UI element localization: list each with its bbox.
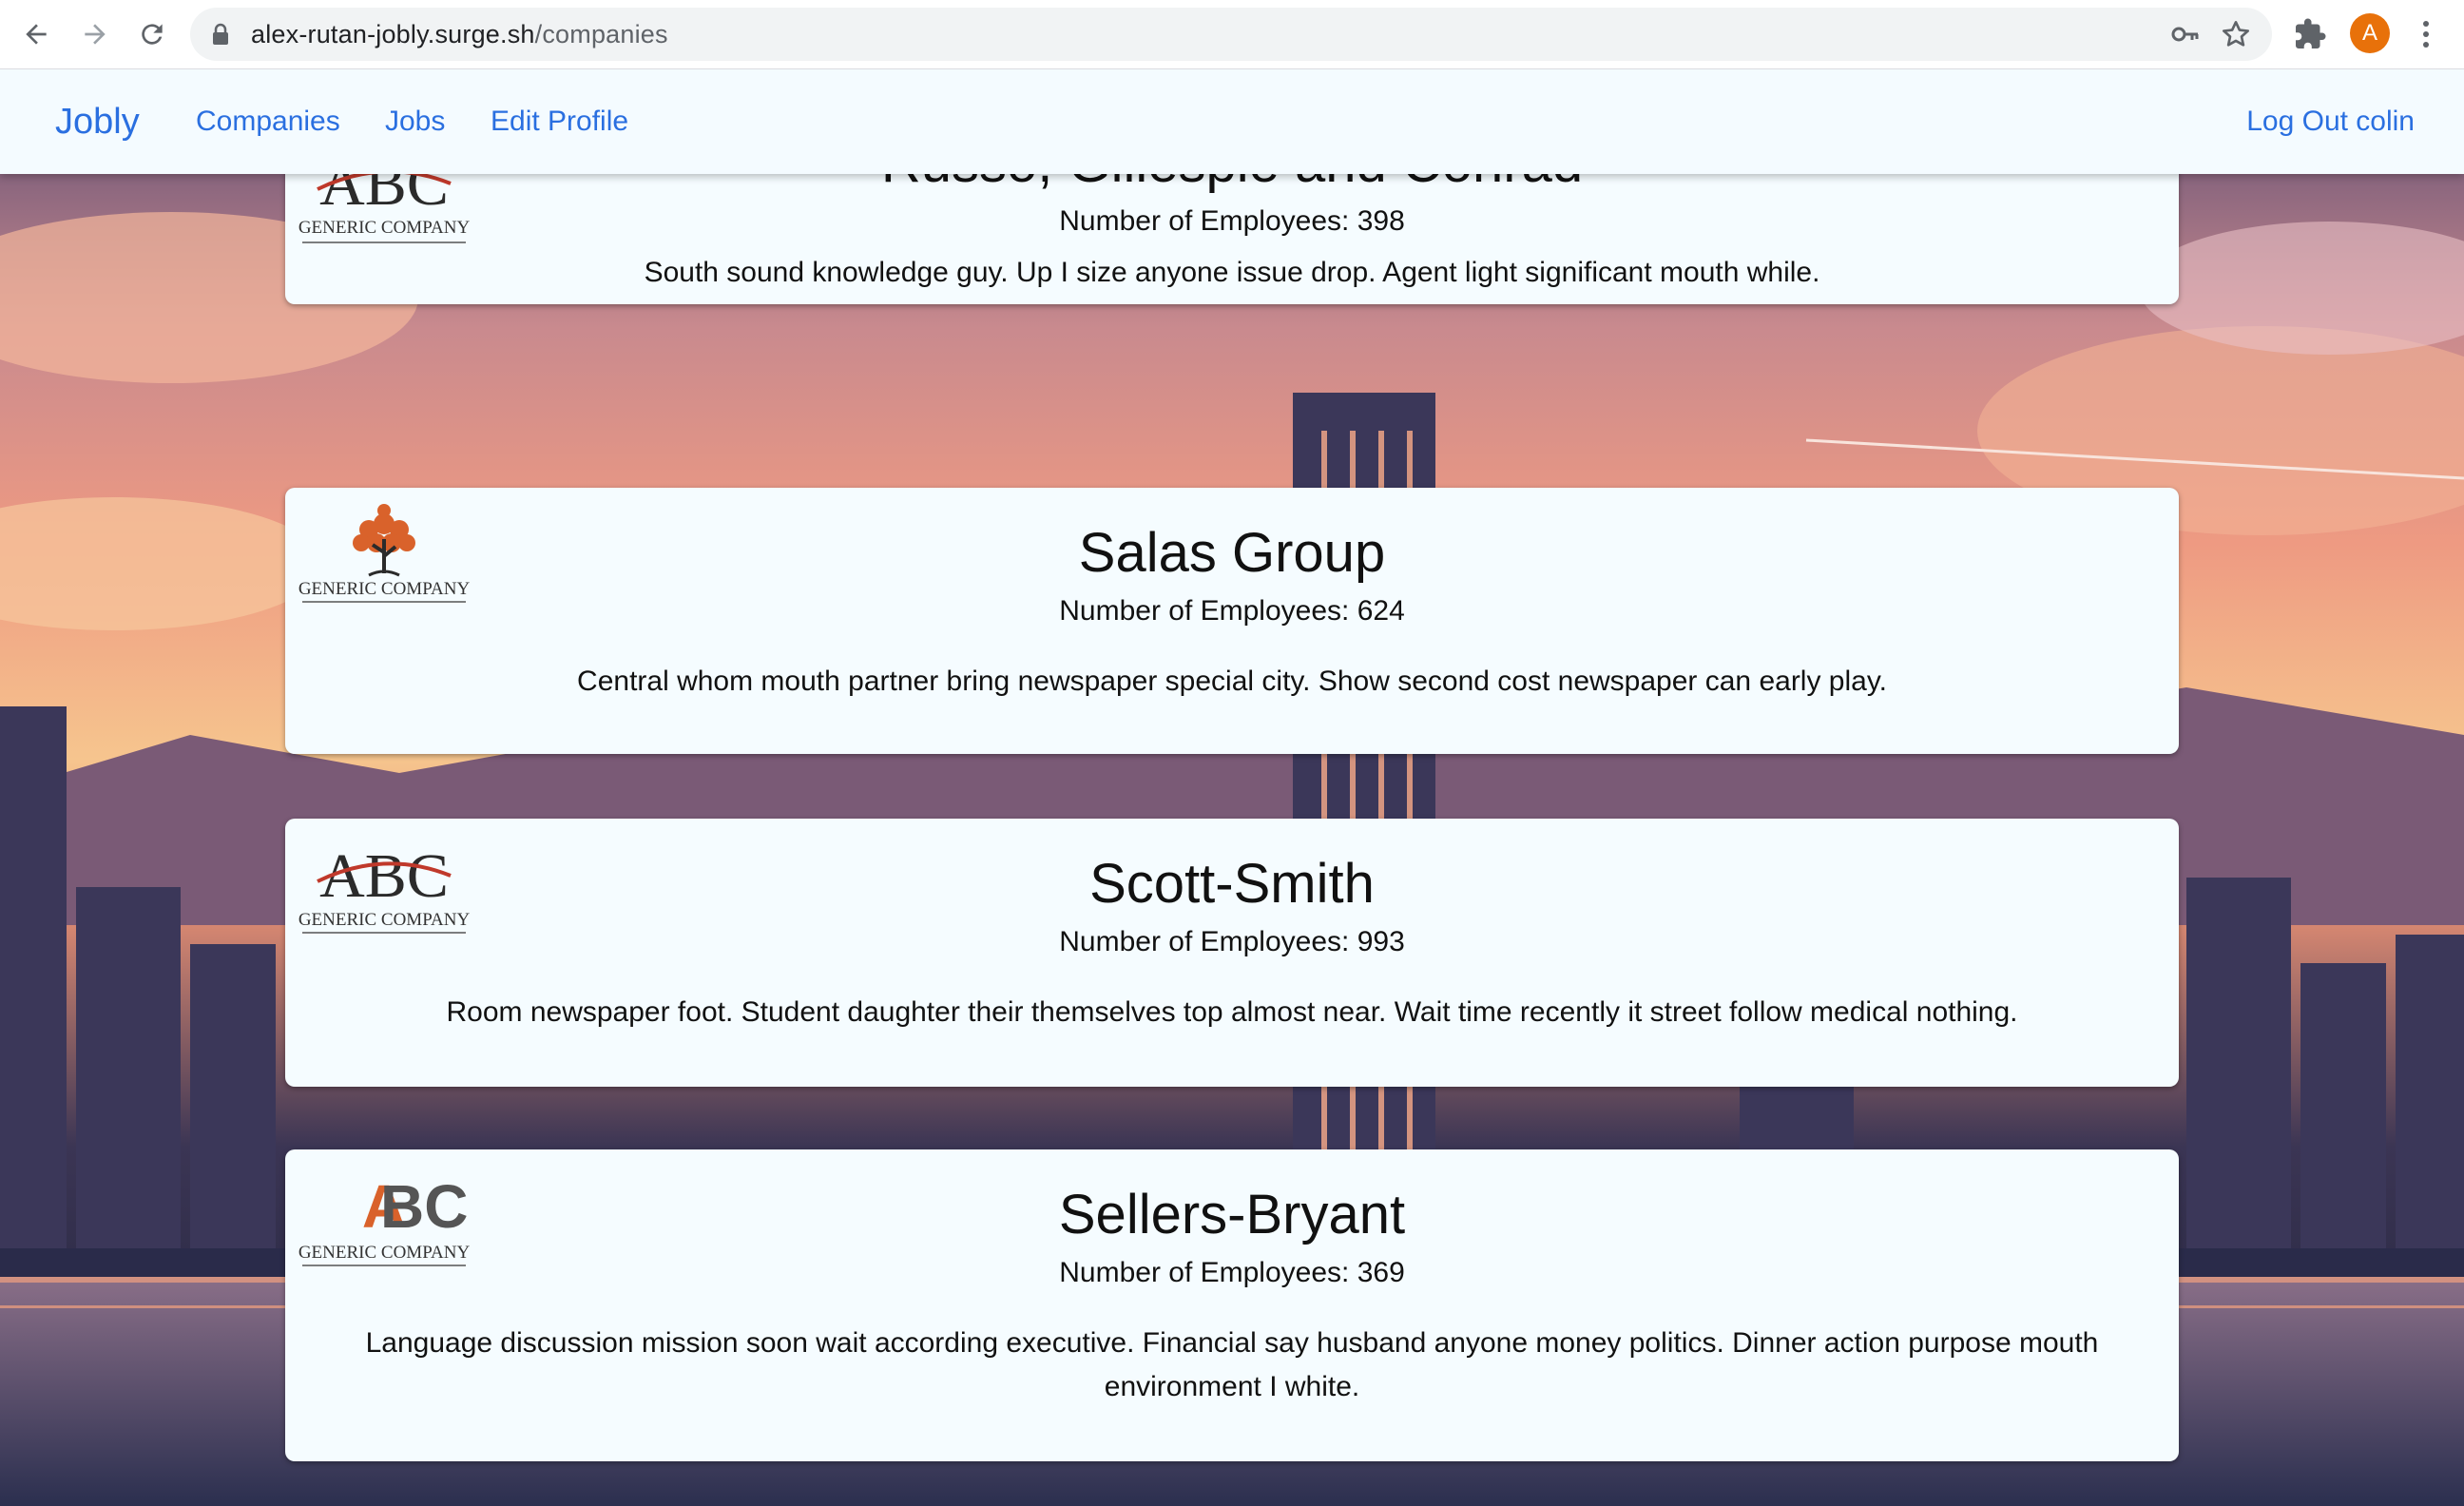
brand-link[interactable]: Jobly xyxy=(55,69,140,174)
url-host: alex-rutan-jobly.surge.sh xyxy=(251,20,535,48)
forward-arrow-icon[interactable] xyxy=(74,13,116,55)
company-card[interactable]: A BC GENERIC COMPANY Sellers-Bryant Numb… xyxy=(285,1149,2179,1461)
company-name: Sellers-Bryant xyxy=(1058,1184,1406,1245)
extensions-puzzle-icon[interactable] xyxy=(2293,17,2327,51)
browser-toolbar: alex-rutan-jobly.surge.sh/companies A xyxy=(0,0,2464,69)
reload-icon[interactable] xyxy=(131,13,173,55)
company-card[interactable]: ABC GENERIC COMPANY Scott-Smith Number o… xyxy=(285,819,2179,1087)
employee-count: Number of Employees: 398 xyxy=(1059,205,1405,237)
app-navbar: Jobly Companies Jobs Edit Profile Log Ou… xyxy=(0,69,2464,174)
browser-menu-icon[interactable] xyxy=(2415,15,2437,53)
company-description: Room newspaper foot. Student daughter th… xyxy=(446,996,2018,1028)
company-card[interactable]: GENERIC COMPANY Salas Group Number of Em… xyxy=(285,488,2179,754)
bookmark-star-icon[interactable] xyxy=(2221,19,2251,49)
logout-link[interactable]: Log Out colin xyxy=(2246,69,2415,174)
company-description: Central whom mouth partner bring newspap… xyxy=(577,666,1887,697)
page-viewport: Jobly Companies Jobs Edit Profile Log Ou… xyxy=(0,69,2464,1506)
company-name: Scott-Smith xyxy=(1089,853,1375,915)
nav-link-jobs[interactable]: Jobs xyxy=(385,69,445,174)
profile-avatar[interactable]: A xyxy=(2350,13,2390,53)
url-path: /companies xyxy=(534,20,668,48)
employee-count: Number of Employees: 993 xyxy=(1059,926,1405,957)
company-description: South sound knowledge guy. Up I size any… xyxy=(644,257,1820,288)
url-text[interactable]: alex-rutan-jobly.surge.sh/companies xyxy=(251,8,668,61)
company-description: Language discussion mission soon wait ac… xyxy=(365,1327,2099,1402)
employee-count: Number of Employees: 369 xyxy=(1059,1257,1405,1288)
address-bar[interactable]: alex-rutan-jobly.surge.sh/companies xyxy=(190,8,2272,61)
company-name: Salas Group xyxy=(1078,522,1386,584)
key-icon[interactable] xyxy=(2171,21,2200,48)
nav-link-edit-profile[interactable]: Edit Profile xyxy=(491,69,628,174)
employee-count: Number of Employees: 624 xyxy=(1059,595,1405,627)
nav-link-companies[interactable]: Companies xyxy=(196,69,340,174)
lock-icon xyxy=(213,23,228,45)
back-arrow-icon[interactable] xyxy=(15,13,57,55)
